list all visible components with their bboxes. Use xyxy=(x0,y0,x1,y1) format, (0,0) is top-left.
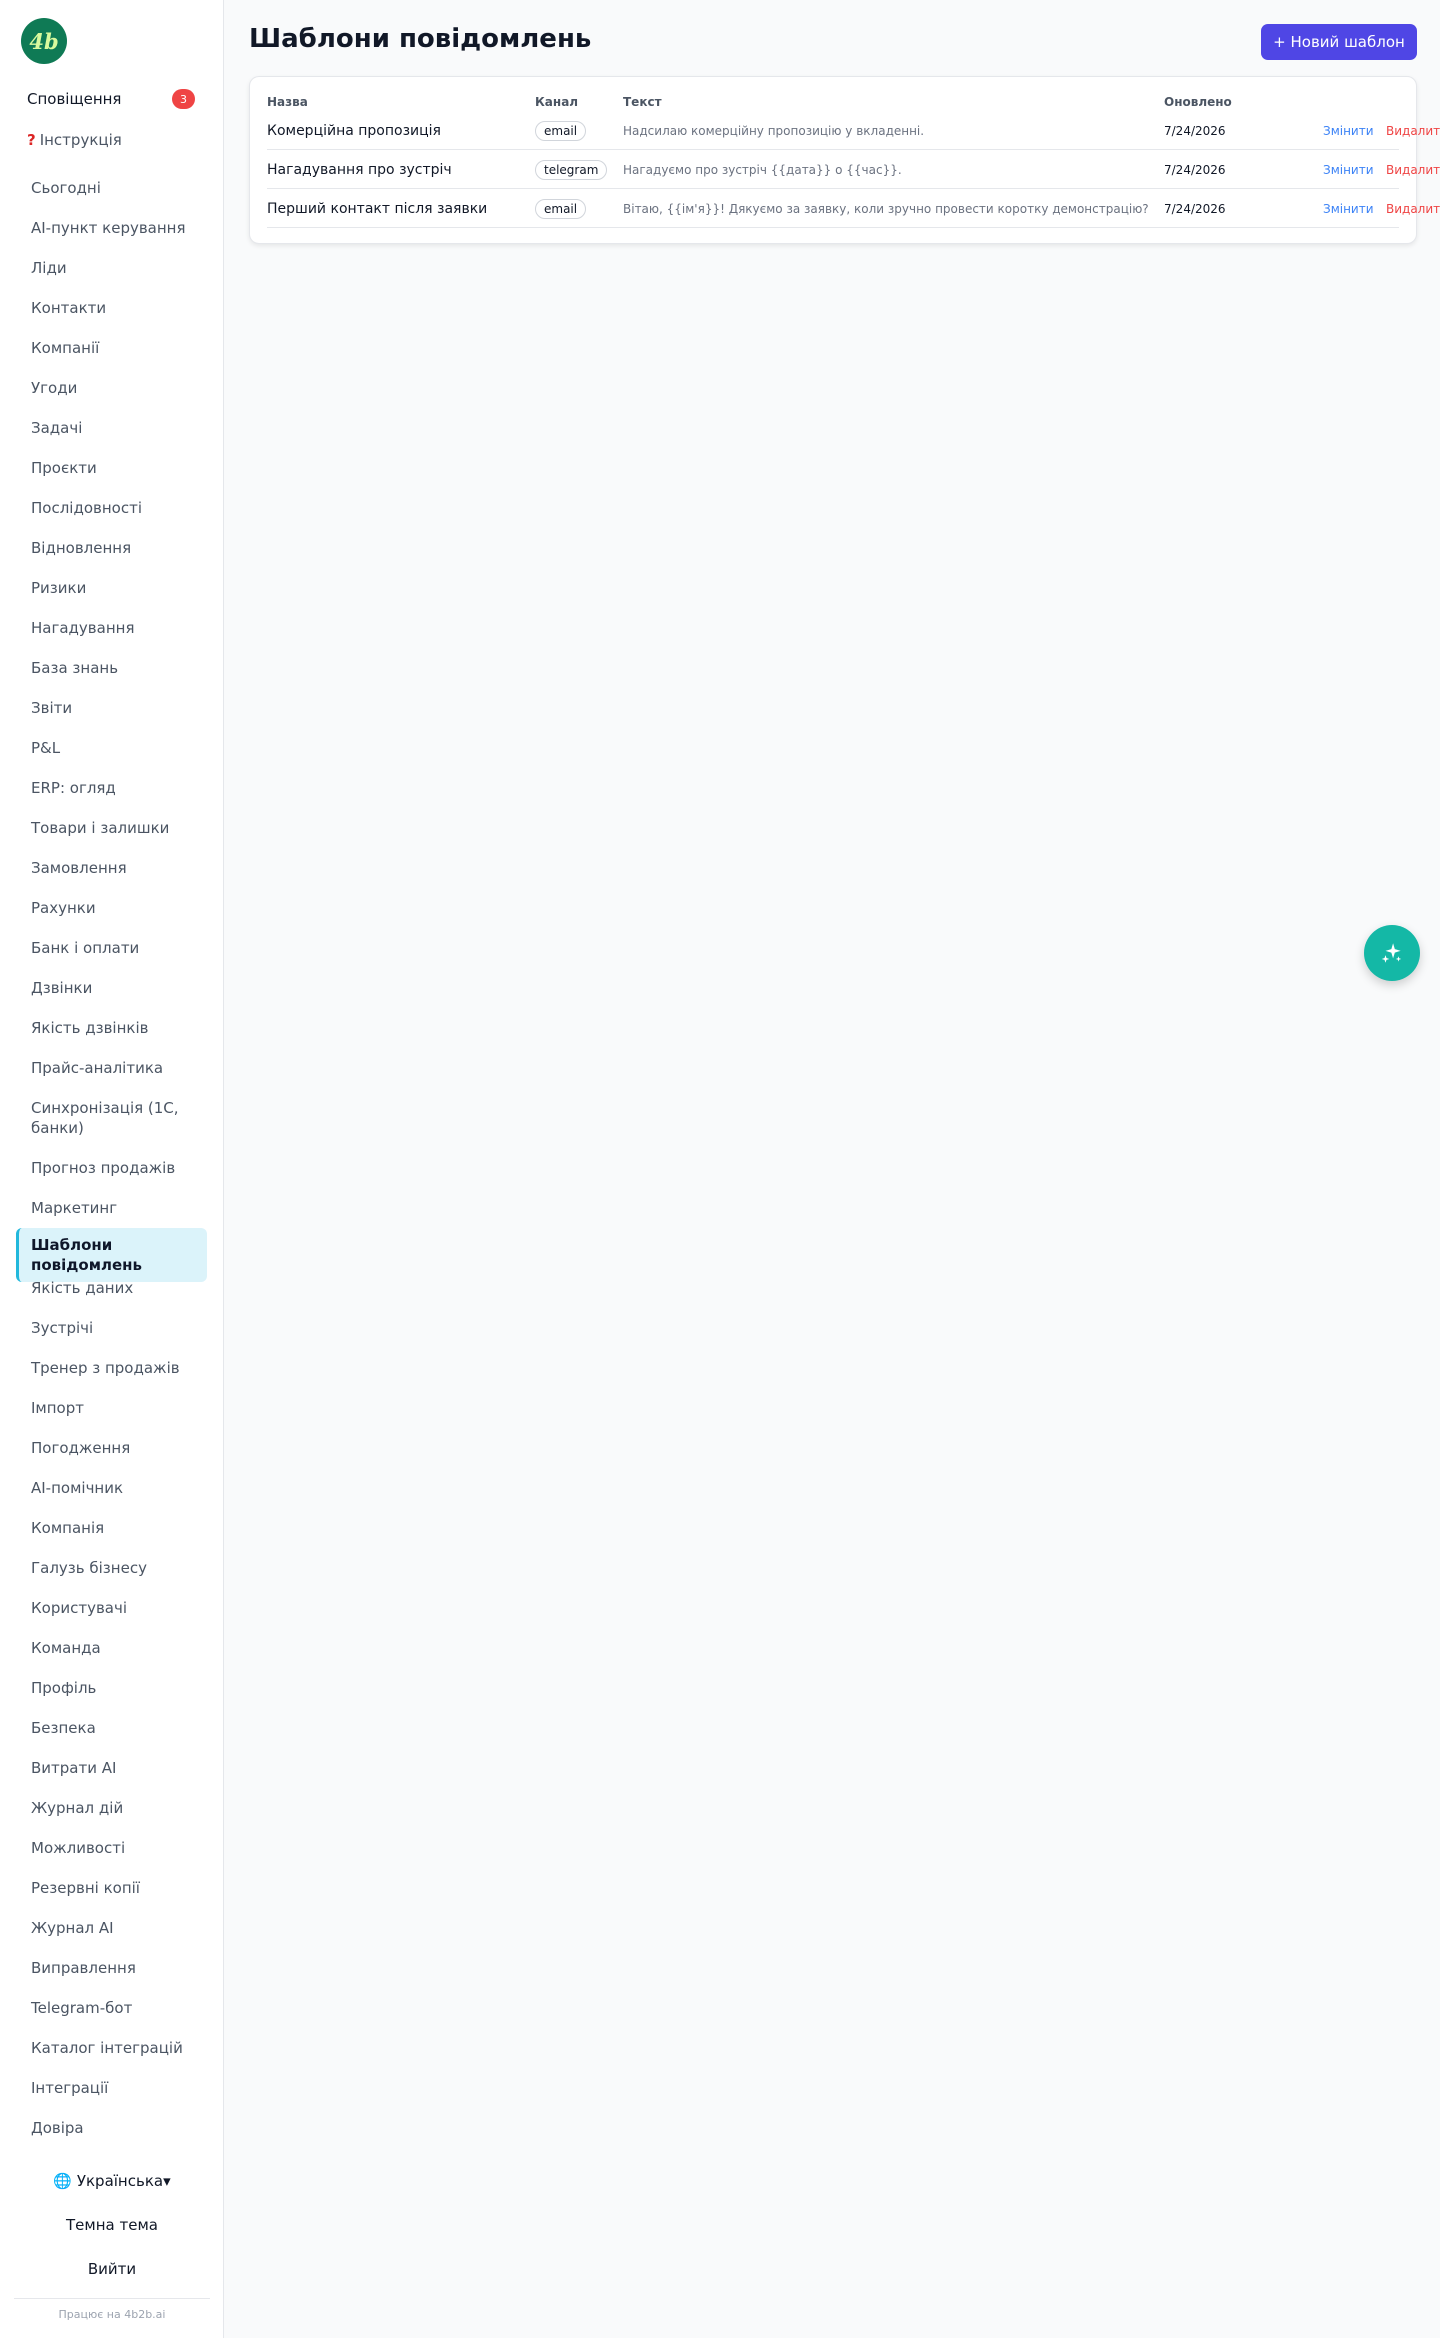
sidebar-item-29[interactable]: Тренер з продажів xyxy=(16,1358,207,1378)
sidebar-item-36[interactable]: Команда xyxy=(16,1638,207,1658)
sidebar-item-18[interactable]: Рахунки xyxy=(16,898,207,918)
sidebar-item-23[interactable]: Синхронізація (1С, банки) xyxy=(16,1098,207,1138)
sidebar-item-48[interactable]: Довіра xyxy=(16,2118,207,2138)
template-text-cell: Нагадуємо про зустріч {{дата}} о {{час}}… xyxy=(623,162,902,177)
channel-cell: telegram xyxy=(535,150,608,189)
template-text-cell: Вітаю, {{ім'я}}! Дякуємо за заявку, коли… xyxy=(623,201,1149,216)
sidebar-item-1[interactable]: AI-пункт керування xyxy=(16,218,207,238)
theme-toggle-button[interactable]: Темна тема xyxy=(0,2216,224,2234)
sidebar-item-2[interactable]: Ліди xyxy=(16,258,207,278)
sidebar-item-25[interactable]: Маркетинг xyxy=(16,1198,207,1218)
delete-link[interactable]: Видалити xyxy=(1386,150,1440,189)
template-text-cell: Надсилаю комерційну пропозицію у вкладен… xyxy=(623,123,925,138)
channel-badge: email xyxy=(535,120,587,141)
sidebar-item-43[interactable]: Журнал AI xyxy=(16,1918,207,1938)
edit-link[interactable]: Змінити xyxy=(1323,189,1374,228)
globe-icon: 🌐 xyxy=(53,2172,73,2190)
edit-link[interactable]: Змінити xyxy=(1323,111,1374,150)
sidebar-item-45[interactable]: Telegram-бот xyxy=(16,1998,207,2018)
instruction-label: Інструкція xyxy=(39,131,122,149)
template-name-cell: Перший контакт після заявки xyxy=(267,200,488,217)
sidebar-item-6[interactable]: Задачі xyxy=(16,418,207,438)
sidebar-item-13[interactable]: Звіти xyxy=(16,698,207,718)
sidebar-item-22[interactable]: Прайс-аналітика xyxy=(16,1058,207,1078)
sidebar-item-38[interactable]: Безпека xyxy=(16,1718,207,1738)
delete-link[interactable]: Видалити xyxy=(1386,189,1440,228)
sidebar-item-30[interactable]: Імпорт xyxy=(16,1398,207,1418)
sidebar-item-15[interactable]: ERP: огляд xyxy=(16,778,207,798)
sidebar-item-24[interactable]: Прогноз продажів xyxy=(16,1158,207,1178)
updated-date-cell: 7/24/2026 xyxy=(1164,162,1226,177)
notifications-link[interactable]: Сповіщення 3 xyxy=(27,88,195,110)
column-header-name: Назва xyxy=(267,95,308,109)
sidebar-item-27[interactable]: Якість даних xyxy=(16,1278,207,1298)
templates-table: Назва Канал Текст Оновлено Комерційна пр… xyxy=(249,76,1440,244)
sidebar-item-35[interactable]: Користувачі xyxy=(16,1598,207,1618)
sidebar-item-8[interactable]: Послідовності xyxy=(16,498,207,518)
language-label: Українська xyxy=(76,2172,164,2190)
sidebar-item-32[interactable]: AI-помічник xyxy=(16,1478,207,1498)
edit-link[interactable]: Змінити xyxy=(1323,150,1374,189)
sidebar-item-31[interactable]: Погодження xyxy=(16,1438,207,1458)
sidebar-item-3[interactable]: Контакти xyxy=(16,298,207,318)
sidebar-item-19[interactable]: Банк і оплати xyxy=(16,938,207,958)
template-name-cell: Нагадування про зустріч xyxy=(267,161,452,178)
sidebar-divider xyxy=(14,2298,210,2299)
sidebar-item-7[interactable]: Проєкти xyxy=(16,458,207,478)
channel-badge: email xyxy=(535,198,587,219)
table-row: Перший контакт після заявки email Вітаю, {… xyxy=(267,189,1440,228)
sidebar-item-44[interactable]: Виправлення xyxy=(16,1958,207,1978)
sidebar-item-4[interactable]: Компанії xyxy=(16,338,207,358)
column-header-updated: Оновлено xyxy=(1164,95,1232,109)
delete-link[interactable]: Видалити xyxy=(1386,111,1440,150)
column-header-channel: Канал xyxy=(535,95,579,109)
sidebar-item-16[interactable]: Товари і залишки xyxy=(16,818,207,838)
notifications-count-badge: 3 xyxy=(172,89,195,109)
notifications-label: Сповіщення xyxy=(27,90,122,108)
logout-button[interactable]: Вийти xyxy=(0,2260,224,2278)
sidebar-item-21[interactable]: Якість дзвінків xyxy=(16,1018,207,1038)
sidebar-item-5[interactable]: Угоди xyxy=(16,378,207,398)
language-selector[interactable]: 🌐 Українська▾ xyxy=(0,2172,224,2190)
sidebar-item-33[interactable]: Компанія xyxy=(16,1518,207,1538)
sidebar-item-28[interactable]: Зустрічі xyxy=(16,1318,207,1338)
table-row: Комерційна пропозиція email Надсилаю комер… xyxy=(267,111,1440,150)
sidebar-item-46[interactable]: Каталог інтеграцій xyxy=(16,2038,207,2058)
channel-badge: telegram xyxy=(535,159,608,180)
page-title: Шаблони повідомлень xyxy=(249,24,592,54)
sidebar-item-26[interactable]: Шаблони повідомлень xyxy=(16,1228,207,1282)
sidebar-item-39[interactable]: Витрати AI xyxy=(16,1758,207,1778)
question-icon: ? xyxy=(27,131,36,149)
sidebar-item-14[interactable]: P&L xyxy=(16,738,207,758)
channel-cell: email xyxy=(535,111,587,150)
updated-date-cell: 7/24/2026 xyxy=(1164,201,1226,216)
sidebar-item-20[interactable]: Дзвінки xyxy=(16,978,207,998)
powered-by-text: Працює на 4b2b.ai xyxy=(58,2308,166,2321)
sidebar-item-10[interactable]: Ризики xyxy=(16,578,207,598)
sidebar-item-12[interactable]: База знань xyxy=(16,658,207,678)
sidebar-item-34[interactable]: Галузь бізнесу xyxy=(16,1558,207,1578)
ai-assistant-button[interactable] xyxy=(1364,925,1420,981)
sidebar-item-0[interactable]: Сьогодні xyxy=(16,178,207,198)
sidebar-item-37[interactable]: Профіль xyxy=(16,1678,207,1698)
template-name-cell: Комерційна пропозиція xyxy=(267,122,441,139)
sidebar-item-11[interactable]: Нагадування xyxy=(16,618,207,638)
chevron-down-icon: ▾ xyxy=(163,2172,171,2190)
sidebar-item-9[interactable]: Відновлення xyxy=(16,538,207,558)
sidebar-item-47[interactable]: Інтеграції xyxy=(16,2078,207,2098)
logo-text: 4b xyxy=(29,28,59,54)
sidebar-item-41[interactable]: Можливості xyxy=(16,1838,207,1858)
table-row: Нагадування про зустріч telegram Нагадуємо… xyxy=(267,150,1440,189)
instruction-link[interactable]: ? Інструкція xyxy=(27,130,122,150)
app-logo[interactable]: 4b xyxy=(21,18,67,64)
channel-cell: email xyxy=(535,189,587,228)
sidebar-item-42[interactable]: Резервні копії xyxy=(16,1878,207,1898)
sidebar: 4b Сповіщення 3 ? Інструкція Сьогодні AI-… xyxy=(0,0,224,2338)
new-template-button[interactable]: + Новий шаблон xyxy=(1261,24,1417,60)
sidebar-item-17[interactable]: Замовлення xyxy=(16,858,207,878)
updated-date-cell: 7/24/2026 xyxy=(1164,123,1226,138)
sidebar-item-40[interactable]: Журнал дій xyxy=(16,1798,207,1818)
sparkles-icon xyxy=(1381,943,1402,963)
column-header-text: Текст xyxy=(623,95,662,109)
